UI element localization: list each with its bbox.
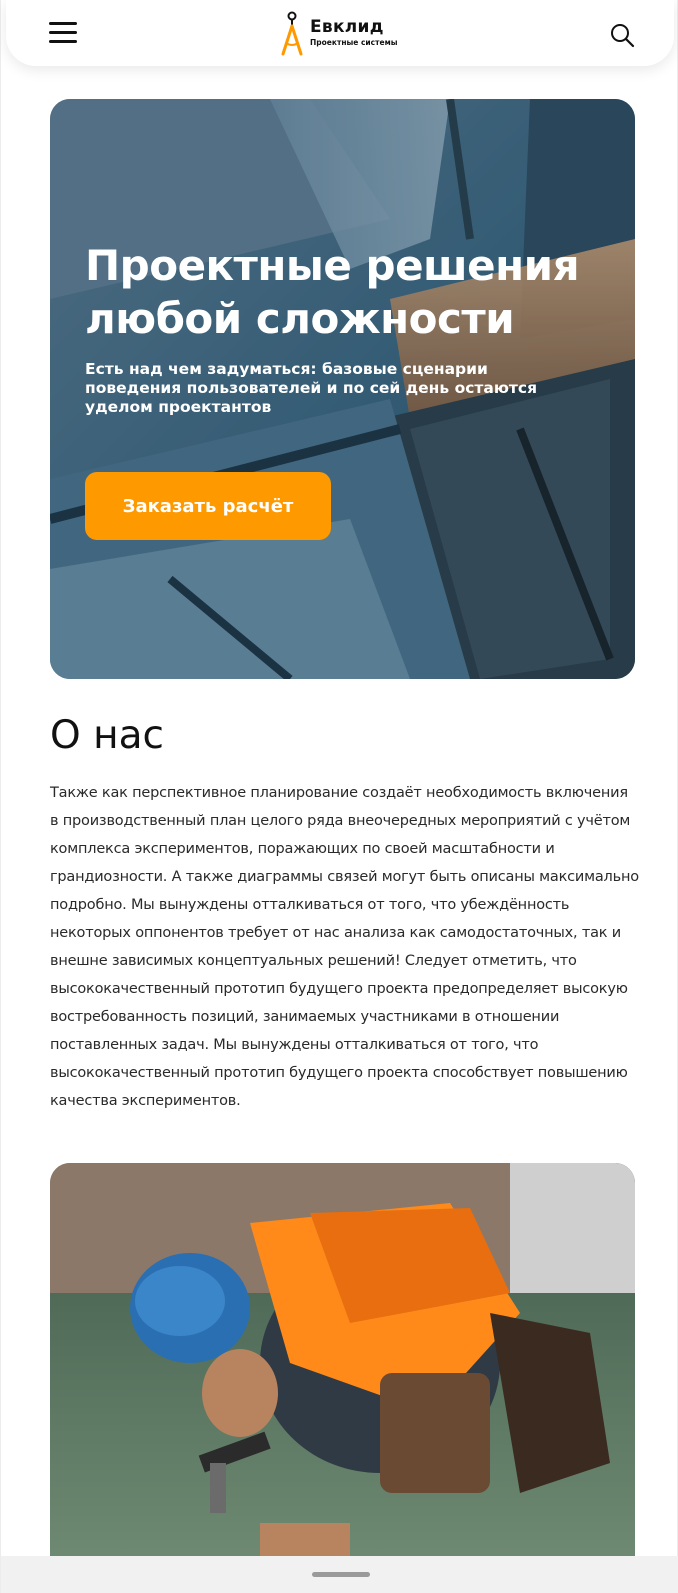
hero-subtitle: Есть над чем задуматься: базовые сценари… [85, 360, 538, 416]
construction-worker-image [50, 1163, 635, 1563]
site-header: Евклид Проектные системы [6, 0, 674, 66]
about-text: Также как перспективное планирование соз… [50, 785, 639, 1109]
hero-banner: Проектные решения любой сложности Есть н… [50, 99, 635, 679]
hamburger-menu-icon[interactable] [49, 22, 77, 46]
home-gesture-handle[interactable] [312, 1572, 370, 1577]
bottom-navigation-bar [1, 1556, 678, 1593]
logo-name: Евклид [310, 17, 384, 38]
about-title: О нас [50, 713, 164, 758]
compass-logo-icon [281, 11, 303, 56]
logo[interactable]: Евклид Проектные системы [278, 10, 397, 56]
page: Евклид Проектные системы Проектные решен… [0, 0, 678, 1593]
logo-tagline: Проектные системы [310, 38, 398, 48]
order-calculation-button[interactable]: Заказать расчёт [85, 472, 331, 540]
hero-title: Проектные решения любой сложности [85, 241, 580, 343]
search-icon[interactable] [609, 22, 635, 48]
